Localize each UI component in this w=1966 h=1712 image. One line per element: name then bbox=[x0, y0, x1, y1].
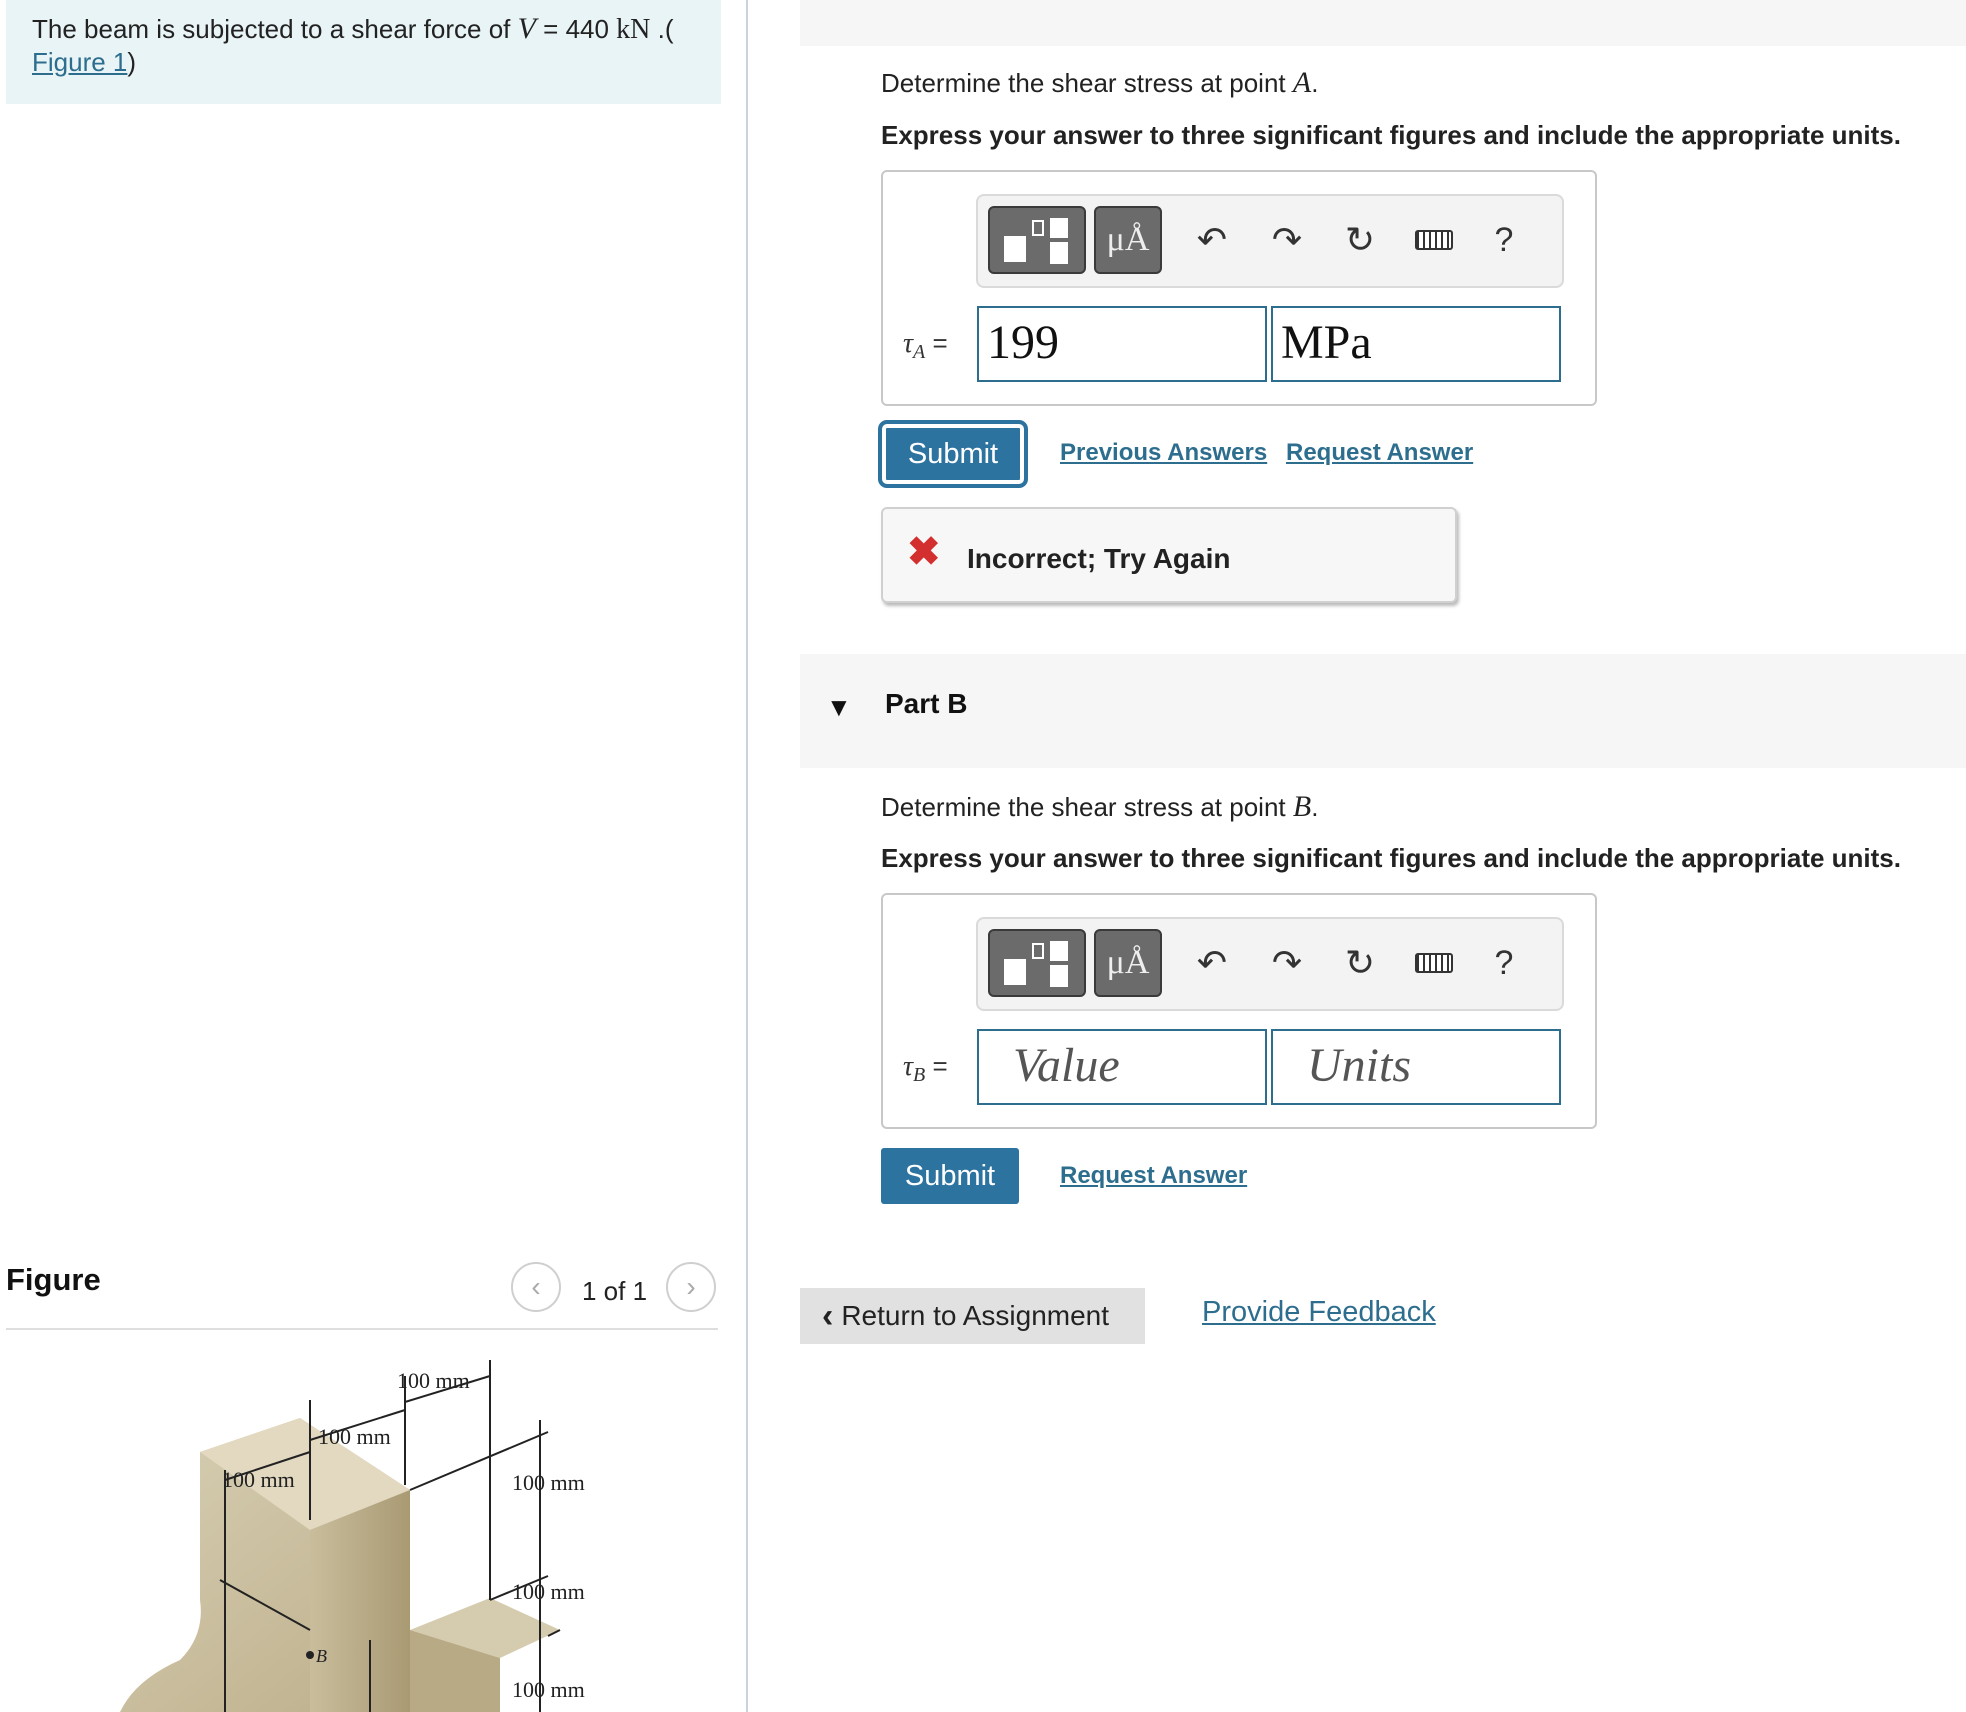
dim-label-1: 100 mm bbox=[222, 1467, 295, 1492]
part-a-value-input[interactable]: 199 bbox=[977, 306, 1267, 382]
column-divider bbox=[746, 0, 748, 1712]
part-b-submit-button[interactable]: Submit bbox=[881, 1148, 1019, 1204]
keyboard-button[interactable] bbox=[1408, 937, 1460, 989]
undo-button[interactable]: ↶ bbox=[1186, 214, 1238, 266]
tau-a-label: τA = bbox=[903, 328, 948, 364]
units-button[interactable]: μÅ bbox=[1094, 929, 1162, 997]
dim-label-2: 100 mm bbox=[318, 1424, 391, 1449]
part-b-point: B bbox=[1292, 790, 1312, 823]
tau-symbol: τ bbox=[903, 1051, 914, 1082]
help-button[interactable]: ? bbox=[1478, 214, 1530, 266]
chevron-right-icon: › bbox=[686, 1271, 696, 1302]
help-icon: ? bbox=[1494, 220, 1514, 259]
part-a-units-input[interactable]: MPa bbox=[1271, 306, 1561, 382]
part-b-question-text: Determine the shear stress at point bbox=[881, 792, 1293, 822]
part-b-title: Part B bbox=[885, 688, 968, 719]
reset-icon: ↻ bbox=[1344, 942, 1376, 983]
point-b-marker bbox=[306, 1651, 314, 1659]
help-icon: ? bbox=[1494, 943, 1514, 982]
provide-feedback-link[interactable]: Provide Feedback bbox=[1202, 1296, 1436, 1329]
figure-prev-button[interactable]: ‹ bbox=[511, 1262, 561, 1312]
shear-variable: V bbox=[517, 12, 536, 45]
templates-button[interactable] bbox=[988, 929, 1086, 997]
units-button[interactable]: μÅ bbox=[1094, 206, 1162, 274]
redo-icon: ↷ bbox=[1271, 219, 1303, 260]
caret-down-icon: ▼ bbox=[826, 692, 852, 722]
x-mark-icon: ✖ bbox=[907, 530, 941, 574]
feedback-text: Incorrect; Try Again bbox=[967, 543, 1231, 574]
figure-link[interactable]: Figure 1 bbox=[32, 47, 127, 77]
chevron-left-icon: ‹ bbox=[531, 1271, 541, 1302]
problem-close: ) bbox=[127, 47, 137, 77]
part-a-question-text: Determine the shear stress at point bbox=[881, 68, 1293, 98]
chevron-left-icon: ‹ bbox=[822, 1296, 834, 1335]
tau-equals: = bbox=[925, 1051, 948, 1081]
units-icon: μÅ bbox=[1106, 944, 1150, 981]
dim-label-3: 100 mm bbox=[397, 1368, 470, 1393]
shear-equals: = 440 bbox=[535, 14, 617, 44]
reset-button[interactable]: ↻ bbox=[1334, 937, 1386, 989]
part-b-value-input[interactable]: Value bbox=[977, 1029, 1267, 1105]
part-a-toolbar: μÅ ↶ ↷ ↻ ? bbox=[976, 194, 1564, 288]
part-b-instruction: Express your answer to three significant… bbox=[881, 843, 1901, 873]
units-icon: μÅ bbox=[1106, 221, 1150, 258]
redo-button[interactable]: ↷ bbox=[1261, 214, 1313, 266]
part-b-question: Determine the shear stress at point B. bbox=[881, 790, 1318, 824]
dim-label-6: 100 mm bbox=[512, 1677, 585, 1702]
part-a-answer-box: μÅ ↶ ↷ ↻ ? τA = 199 MPa bbox=[881, 170, 1597, 406]
shear-unit: kN bbox=[616, 14, 651, 45]
tau-subscript: A bbox=[913, 341, 926, 364]
figure-next-button[interactable]: › bbox=[666, 1262, 716, 1312]
problem-text: The beam is subjected to a shear force o… bbox=[32, 14, 518, 44]
figure-divider bbox=[6, 1328, 718, 1330]
keyboard-icon bbox=[1415, 230, 1453, 250]
part-b-question-end: . bbox=[1311, 792, 1319, 822]
tau-subscript: B bbox=[913, 1064, 926, 1087]
part-b-request-answer-link[interactable]: Request Answer bbox=[1060, 1162, 1247, 1190]
undo-button[interactable]: ↶ bbox=[1186, 937, 1238, 989]
point-b-label: B bbox=[316, 1646, 327, 1666]
part-a-request-answer-link[interactable]: Request Answer bbox=[1286, 439, 1473, 467]
beam-figure: 100 mm 100 mm 100 mm 100 mm 100 mm 100 m… bbox=[120, 1360, 585, 1712]
reset-icon: ↻ bbox=[1344, 219, 1376, 260]
feedback-box: ✖ Incorrect; Try Again bbox=[881, 507, 1457, 603]
templates-button[interactable] bbox=[988, 206, 1086, 274]
part-a-submit-button[interactable]: Submit bbox=[878, 420, 1028, 488]
dim-label-5: 100 mm bbox=[512, 1579, 585, 1604]
problem-statement: The beam is subjected to a shear force o… bbox=[6, 0, 721, 104]
return-label: Return to Assignment bbox=[841, 1300, 1110, 1331]
dim-label-4: 100 mm bbox=[512, 1470, 585, 1495]
previous-answers-link[interactable]: Previous Answers bbox=[1060, 439, 1267, 467]
help-button[interactable]: ? bbox=[1478, 937, 1530, 989]
keyboard-icon bbox=[1415, 953, 1453, 973]
part-b-units-input[interactable]: Units bbox=[1271, 1029, 1561, 1105]
part-a-header-strip bbox=[800, 0, 1966, 46]
part-b-header[interactable]: ▼ Part B bbox=[800, 654, 1966, 768]
part-a-question-end: . bbox=[1311, 68, 1319, 98]
reset-button[interactable]: ↻ bbox=[1334, 214, 1386, 266]
templates-icon bbox=[1004, 941, 1070, 987]
tau-equals: = bbox=[925, 328, 948, 358]
tau-symbol: τ bbox=[903, 328, 914, 359]
keyboard-button[interactable] bbox=[1408, 214, 1460, 266]
redo-button[interactable]: ↷ bbox=[1261, 937, 1313, 989]
part-b-answer-box: μÅ ↶ ↷ ↻ ? τB = Value Units bbox=[881, 893, 1597, 1129]
figure-counter: 1 of 1 bbox=[582, 1276, 648, 1306]
return-to-assignment-button[interactable]: ‹ Return to Assignment bbox=[800, 1288, 1145, 1344]
undo-icon: ↶ bbox=[1196, 219, 1228, 260]
part-a-point: A bbox=[1292, 66, 1312, 99]
part-a-instruction: Express your answer to three significant… bbox=[881, 120, 1901, 150]
part-b-toolbar: μÅ ↶ ↷ ↻ ? bbox=[976, 917, 1564, 1011]
problem-suffix: .( bbox=[650, 14, 674, 44]
undo-icon: ↶ bbox=[1196, 942, 1228, 983]
part-a-question: Determine the shear stress at point A. bbox=[881, 66, 1318, 100]
figure-title: Figure bbox=[6, 1262, 101, 1297]
redo-icon: ↷ bbox=[1271, 942, 1303, 983]
tau-b-label: τB = bbox=[903, 1051, 948, 1087]
templates-icon bbox=[1004, 218, 1070, 264]
